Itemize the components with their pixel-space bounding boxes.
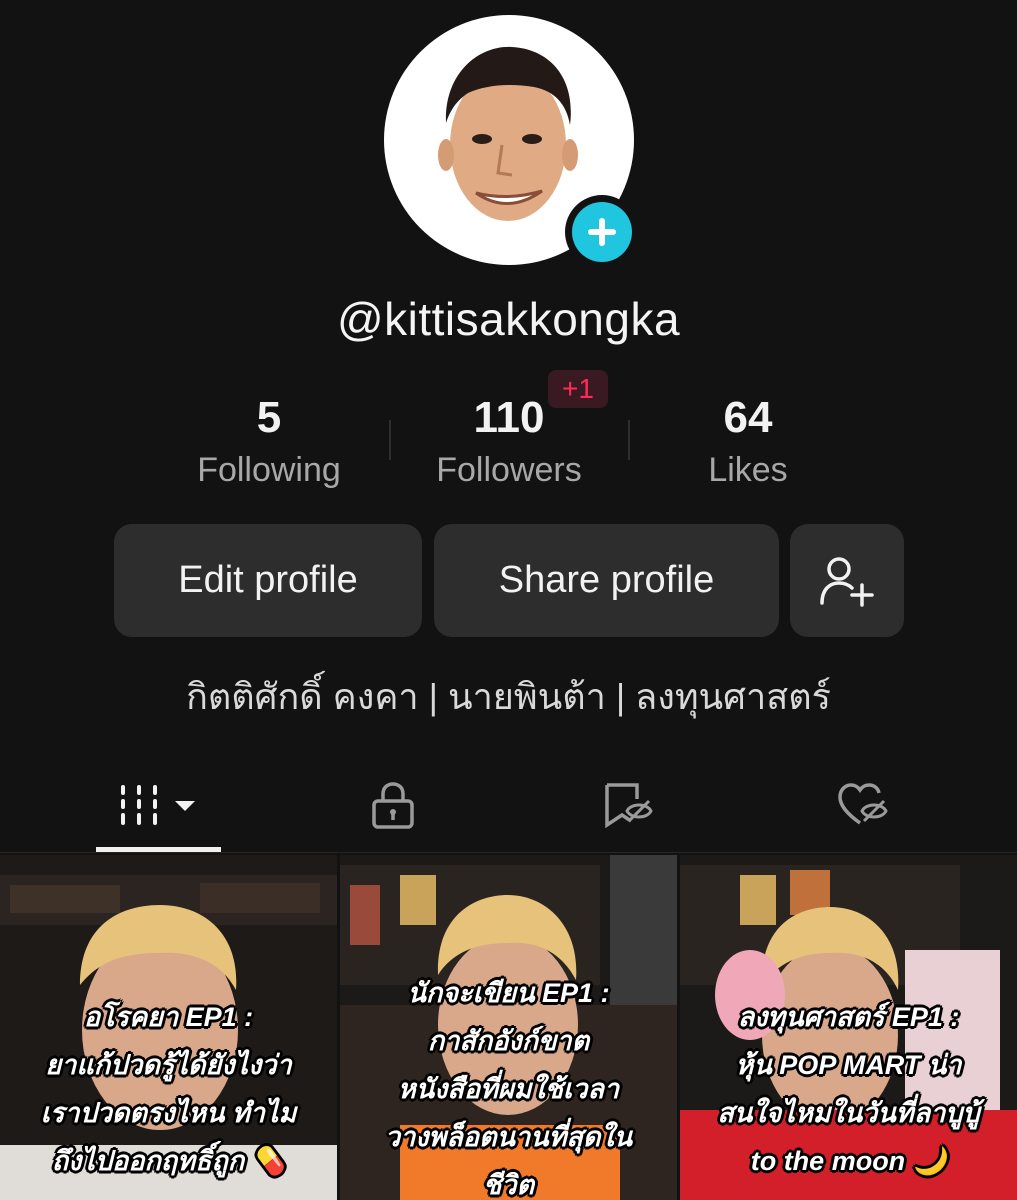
- likes-count: 64: [723, 393, 773, 442]
- plus-icon: [588, 218, 616, 246]
- video-thumbnail[interactable]: ลงทุนศาสตร์ EP1 : หุ้น POP MART น่า สนใจ…: [680, 855, 1017, 1200]
- caption-line: ชีวิต: [482, 1170, 535, 1200]
- tab-saved[interactable]: [565, 770, 690, 840]
- followers-label: Followers: [436, 451, 582, 489]
- add-avatar-button[interactable]: [565, 195, 639, 269]
- edit-profile-button[interactable]: Edit profile: [114, 524, 422, 637]
- share-profile-button[interactable]: Share profile: [434, 524, 779, 637]
- following-label: Following: [197, 451, 341, 489]
- likes-label: Likes: [708, 451, 788, 489]
- grid-icon: [120, 785, 195, 825]
- caption-line: กาสักอังก์ขาต: [427, 1026, 590, 1056]
- video-thumbnail[interactable]: อโรคยา EP1 : ยาแก้ปวดรู้ได้ยังไงว่า เราป…: [0, 855, 337, 1200]
- caption-line: อโรคยา EP1 :: [83, 1002, 254, 1032]
- following-stat[interactable]: 5 Following: [149, 392, 389, 492]
- new-followers-badge: +1: [548, 370, 608, 408]
- following-count: 5: [256, 393, 282, 442]
- caption-line: หุ้น POP MART น่า: [735, 1050, 962, 1080]
- tab-divider: [0, 852, 1017, 853]
- person-add-icon: [820, 556, 874, 607]
- caption-line: ยาแก้ปวดรู้ได้ยังไงว่า: [45, 1050, 292, 1080]
- liked-hidden-icon: [837, 783, 888, 825]
- saved-hidden-icon: [604, 783, 653, 829]
- chevron-down-icon: [174, 801, 195, 811]
- video-caption: นักจะเขียน EP1 : กาสักอังก์ขาต หนังสือที…: [340, 969, 677, 1200]
- add-friend-button[interactable]: [790, 524, 904, 637]
- caption-line: นักจะเขียน EP1 :: [407, 978, 610, 1008]
- caption-line: to the moon 🌙: [750, 1146, 947, 1176]
- username: @kittisakkongka: [336, 293, 681, 345]
- video-caption: อโรคยา EP1 : ยาแก้ปวดรู้ได้ยังไงว่า เราป…: [0, 993, 337, 1185]
- lock-icon: [371, 782, 414, 829]
- caption-line: วางพล็อตนานที่สุดใน: [384, 1122, 633, 1152]
- caption-line: ลงทุนศาสตร์ EP1 :: [737, 1002, 960, 1032]
- tab-videos[interactable]: [96, 770, 221, 840]
- tab-private[interactable]: [330, 770, 455, 840]
- tab-liked[interactable]: [800, 770, 925, 840]
- caption-line: สนใจไหมในวันที่ลาบูบู้: [717, 1098, 980, 1128]
- caption-line: หนังสือที่ผมใช้เวลา: [397, 1074, 620, 1104]
- video-caption: ลงทุนศาสตร์ EP1 : หุ้น POP MART น่า สนใจ…: [680, 993, 1017, 1185]
- video-thumbnail[interactable]: นักจะเขียน EP1 : กาสักอังก์ขาต หนังสือที…: [340, 855, 677, 1200]
- caption-line: เราปวดตรงไหน ทำไม: [40, 1098, 297, 1128]
- profile-bio: กิตติศักดิ์ คงคา | นายพินต้า | ลงทุนศาสต…: [186, 676, 831, 717]
- likes-stat[interactable]: 64 Likes: [628, 392, 868, 492]
- caption-line: ถึงไปออกฤทธิ์ถูก 💊: [51, 1146, 286, 1176]
